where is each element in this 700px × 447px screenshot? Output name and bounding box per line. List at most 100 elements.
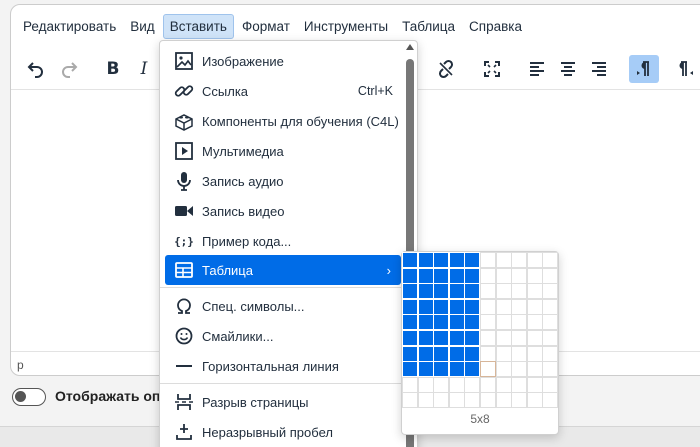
table-size-cell[interactable]: [402, 314, 418, 331]
menu-item-media[interactable]: Мультимедиа: [165, 136, 401, 166]
table-size-cell[interactable]: [464, 345, 481, 362]
table-size-cell[interactable]: [480, 345, 496, 362]
table-size-cell[interactable]: [417, 283, 434, 300]
table-size-cell[interactable]: [464, 361, 481, 378]
table-size-cell[interactable]: [448, 267, 465, 284]
table-size-cell[interactable]: [526, 330, 543, 346]
table-size-cell[interactable]: [433, 314, 450, 331]
table-size-cell[interactable]: [480, 267, 496, 284]
table-size-cell[interactable]: [542, 267, 559, 284]
table-size-cell[interactable]: [417, 392, 434, 409]
table-size-cell[interactable]: [526, 267, 543, 284]
table-size-cell[interactable]: [480, 392, 496, 409]
table-size-cell[interactable]: [417, 314, 434, 331]
table-size-cell[interactable]: [480, 298, 496, 315]
table-size-cell[interactable]: [526, 345, 543, 362]
table-size-cell[interactable]: [542, 376, 559, 393]
table-size-cell[interactable]: [417, 361, 434, 378]
menu-item-code-sample[interactable]: {;} Пример кода...: [165, 226, 401, 256]
ltr-button[interactable]: [629, 55, 659, 83]
table-size-cell[interactable]: [526, 361, 543, 378]
menu-format[interactable]: Формат: [236, 15, 296, 38]
table-size-cell[interactable]: [542, 252, 559, 268]
table-size-cell[interactable]: [464, 298, 481, 315]
table-size-cell[interactable]: [433, 392, 450, 409]
table-size-cell[interactable]: [511, 267, 528, 284]
table-size-cell[interactable]: [417, 345, 434, 362]
table-size-cell[interactable]: [448, 361, 465, 378]
table-size-cell[interactable]: [402, 267, 418, 284]
table-size-cell[interactable]: [433, 376, 450, 393]
align-right-button[interactable]: [584, 55, 614, 83]
menu-view[interactable]: Вид: [124, 15, 160, 38]
table-size-cell[interactable]: [417, 298, 434, 315]
menu-edit[interactable]: Редактировать: [17, 15, 122, 38]
table-size-cell[interactable]: [542, 298, 559, 315]
table-size-cell[interactable]: [448, 392, 465, 409]
menu-help[interactable]: Справка: [463, 15, 528, 38]
description-toggle[interactable]: [12, 388, 46, 406]
table-size-cell[interactable]: [542, 361, 559, 378]
menu-tools[interactable]: Инструменты: [298, 15, 394, 38]
table-size-cell[interactable]: [480, 283, 496, 300]
table-size-cell[interactable]: [448, 345, 465, 362]
menu-item-record-video[interactable]: Запись видео: [165, 196, 401, 226]
table-size-cell[interactable]: [402, 283, 418, 300]
table-size-cell[interactable]: [526, 283, 543, 300]
menu-item-image[interactable]: Изображение: [165, 46, 401, 76]
table-size-cell[interactable]: [511, 345, 528, 362]
table-size-cell[interactable]: [448, 330, 465, 346]
table-size-cell[interactable]: [433, 361, 450, 378]
table-size-cell[interactable]: [526, 392, 543, 409]
menu-item-page-break[interactable]: Разрыв страницы: [165, 387, 401, 417]
menu-insert[interactable]: Вставить: [162, 13, 234, 39]
table-size-cell[interactable]: [495, 345, 512, 362]
table-size-cell[interactable]: [417, 376, 434, 393]
table-size-cell[interactable]: [433, 283, 450, 300]
table-size-cell[interactable]: [542, 392, 559, 409]
table-size-cell[interactable]: [495, 376, 512, 393]
table-size-cell[interactable]: [480, 376, 496, 393]
table-size-cell[interactable]: [464, 392, 481, 409]
menu-item-record-audio[interactable]: Запись аудио: [165, 166, 401, 196]
table-size-cell[interactable]: [511, 314, 528, 331]
table-size-cell[interactable]: [480, 330, 496, 346]
table-size-cell[interactable]: [417, 267, 434, 284]
table-size-cell[interactable]: [448, 314, 465, 331]
table-size-cell[interactable]: [480, 252, 496, 268]
scroll-up-arrow-icon[interactable]: [406, 44, 414, 50]
table-size-cell[interactable]: [495, 267, 512, 284]
table-size-cell[interactable]: [495, 283, 512, 300]
fullscreen-button[interactable]: [477, 55, 507, 83]
table-size-cell[interactable]: [495, 330, 512, 346]
table-size-cell[interactable]: [526, 298, 543, 315]
table-size-cell[interactable]: [542, 314, 559, 331]
align-left-button[interactable]: [522, 55, 552, 83]
table-size-cell[interactable]: [464, 283, 481, 300]
table-size-cell[interactable]: [433, 330, 450, 346]
menu-item-nbsp[interactable]: Неразрывный пробел: [165, 417, 401, 447]
menu-item-special-chars[interactable]: Спец. символы...: [165, 291, 401, 321]
menu-item-horizontal-line[interactable]: Горизонтальная линия: [165, 351, 401, 381]
table-size-cell[interactable]: [417, 330, 434, 346]
table-size-cell[interactable]: [448, 252, 465, 268]
table-size-cell[interactable]: [464, 330, 481, 346]
table-size-cell[interactable]: [511, 330, 528, 346]
table-size-cell[interactable]: [480, 361, 496, 378]
table-size-cell[interactable]: [495, 298, 512, 315]
table-size-cell[interactable]: [511, 283, 528, 300]
table-size-cell[interactable]: [464, 252, 481, 268]
bold-button[interactable]: B: [98, 55, 128, 83]
table-size-cell[interactable]: [464, 376, 481, 393]
unlink-button[interactable]: [431, 55, 461, 83]
table-size-cell[interactable]: [480, 314, 496, 331]
table-size-cell[interactable]: [495, 314, 512, 331]
undo-button[interactable]: [21, 55, 51, 83]
table-size-cell[interactable]: [402, 345, 418, 362]
table-size-cell[interactable]: [526, 376, 543, 393]
table-size-cell[interactable]: [402, 298, 418, 315]
table-size-cell[interactable]: [402, 330, 418, 346]
table-size-cell[interactable]: [464, 267, 481, 284]
menu-table[interactable]: Таблица: [396, 15, 461, 38]
table-size-cell[interactable]: [495, 361, 512, 378]
